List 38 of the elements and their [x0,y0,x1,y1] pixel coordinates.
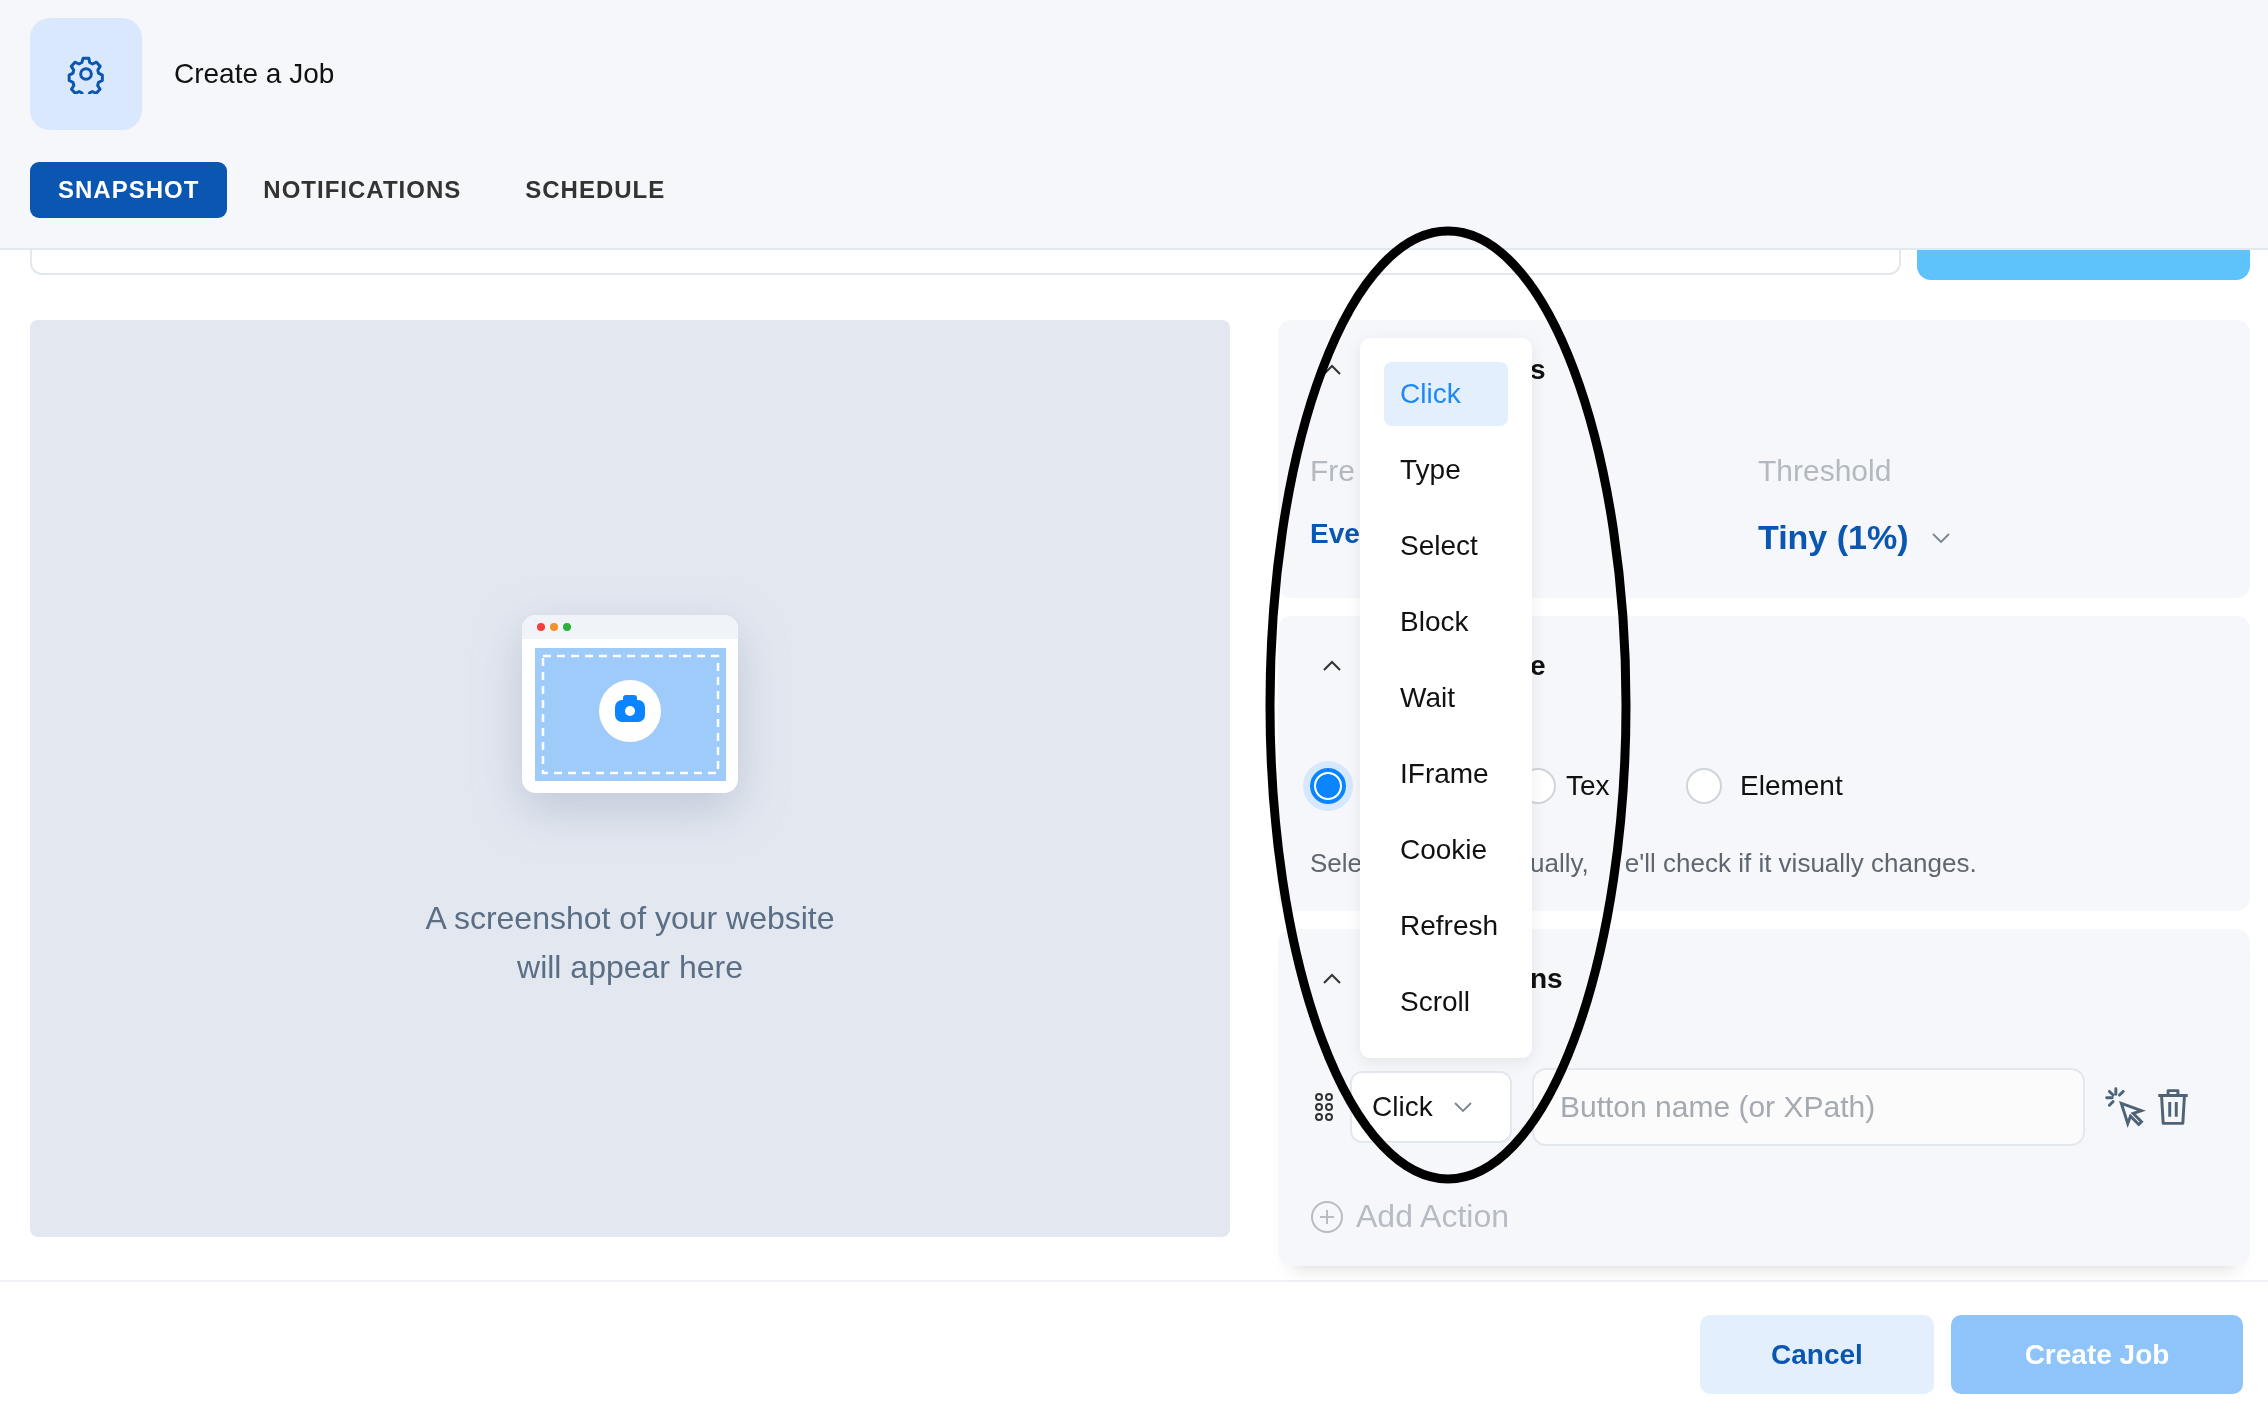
threshold-dropdown[interactable]: Tiny (1%) [1758,518,1909,557]
field-label: Threshold [1758,454,1892,488]
chevron-up-icon[interactable] [1322,973,1342,985]
field-value: Eve [1310,518,1360,550]
preview-caption: A screenshot of your website will appear here [425,899,835,987]
menu-item[interactable]: Type [1384,438,1508,502]
menu-item[interactable]: IFrame [1384,742,1508,806]
menu-item[interactable]: Wait [1384,666,1508,730]
menu-item[interactable]: Scroll [1384,970,1508,1034]
plus-circle-icon [1310,1199,1344,1234]
section-title: ns [1530,963,1563,995]
description-text: e'll check if it visually changes. [1624,848,1977,879]
action-type-dropdown[interactable]: Click [1350,1071,1512,1143]
radio-label: Tex [1566,770,1610,802]
settings-icon [66,54,106,94]
drag-handle-icon[interactable] [1314,1092,1334,1122]
menu-item[interactable]: Refresh [1384,894,1508,958]
cursor-click-icon[interactable] [2103,1085,2147,1129]
menu-item[interactable]: Select [1384,514,1508,578]
description-text: Sele [1310,848,1363,879]
tab[interactable]: NOTIFICATIONS [235,162,490,218]
input-field[interactable] [30,250,1901,275]
menu-item[interactable]: Cookie [1384,818,1508,882]
description-text: ually, [1530,848,1589,879]
cancel-button[interactable]: Cancel [1700,1315,1934,1394]
field-label: Fre [1310,454,1355,488]
dialog-title: Create a Job [174,58,335,90]
tab[interactable]: SCHEDULE [497,162,694,218]
chevron-down-icon [1452,1101,1473,1113]
menu-item[interactable]: Block [1384,590,1508,654]
chevron-down-icon[interactable] [1930,531,1951,544]
section-title: s [1530,354,1546,386]
trash-icon[interactable] [2155,1087,2191,1127]
tab[interactable]: SNAPSHOT [30,162,228,218]
section-title: e [1530,650,1546,682]
chevron-up-icon[interactable] [1322,660,1342,672]
selector-input-field[interactable]: Button name (or XPath) [1532,1068,2085,1146]
radio-label: Element [1740,770,1843,802]
